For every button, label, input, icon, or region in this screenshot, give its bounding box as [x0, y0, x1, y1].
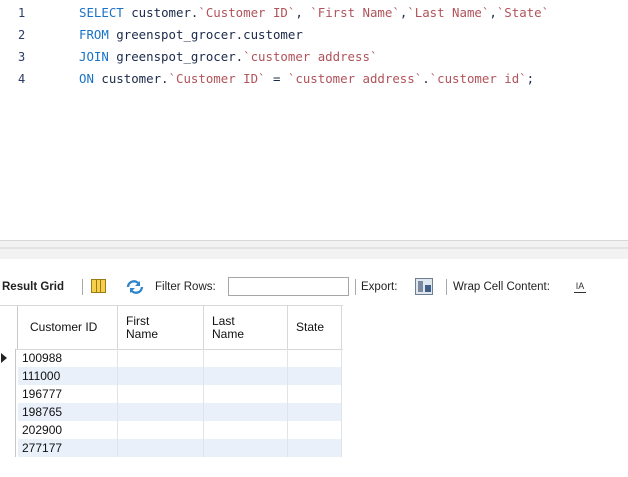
sql-identifier: `customer address` — [243, 49, 378, 64]
cell-last-name[interactable] — [204, 439, 288, 457]
row-header[interactable] — [0, 439, 16, 457]
sql-keyword: SELECT — [79, 5, 124, 20]
line-number: 4 — [18, 72, 26, 86]
table-row[interactable]: 202900 — [0, 421, 343, 439]
code-line[interactable]: 3 JOIN greenspot_grocer.`customer address… — [0, 47, 628, 67]
table-row[interactable]: 277177 — [0, 439, 343, 457]
sql-keyword: ON — [79, 71, 94, 86]
toolbar-divider — [446, 279, 447, 295]
toolbar-divider — [355, 279, 356, 295]
sql-identifier: `State` — [496, 5, 550, 20]
cell-first-name[interactable] — [118, 421, 204, 439]
sql-text: , — [295, 5, 311, 20]
table-row[interactable]: 198765 — [0, 403, 343, 421]
cell-state[interactable] — [288, 367, 342, 385]
cell-last-name[interactable] — [204, 421, 288, 439]
cell-customer-id[interactable]: 111000 — [18, 367, 118, 385]
line-number: 2 — [18, 28, 26, 42]
sql-keyword: FROM — [79, 27, 109, 42]
cell-last-name[interactable] — [204, 367, 288, 385]
cell-state[interactable] — [288, 421, 342, 439]
cell-last-name[interactable] — [204, 385, 288, 403]
result-toolbar: Result Grid Filter Rows: Export: Wrap Ce… — [0, 276, 628, 298]
sql-identifier: `First Name` — [310, 5, 400, 20]
sql-text: . — [422, 71, 430, 86]
cell-state[interactable] — [288, 403, 342, 421]
sql-identifier: `customer id` — [429, 71, 527, 86]
cell-state[interactable] — [288, 385, 342, 403]
cell-state[interactable] — [288, 349, 342, 367]
code-line[interactable]: 2 FROM greenspot_grocer.customer — [0, 25, 628, 45]
sql-text: greenspot_grocer. — [108, 49, 244, 64]
sql-keyword: JOIN — [79, 49, 109, 64]
row-header-corner — [0, 306, 18, 349]
cell-customer-id[interactable]: 198765 — [18, 403, 118, 421]
line-number: 1 — [18, 6, 26, 20]
filter-rows-label: Filter Rows: — [155, 281, 216, 293]
sql-text: = — [265, 71, 288, 86]
cell-first-name[interactable] — [118, 439, 204, 457]
grid-icon[interactable] — [91, 279, 106, 293]
line-number: 3 — [18, 50, 26, 64]
row-header[interactable] — [0, 403, 16, 421]
cell-customer-id[interactable]: 202900 — [18, 421, 118, 439]
cell-first-name[interactable] — [118, 403, 204, 421]
cell-customer-id[interactable]: 196777 — [18, 385, 118, 403]
row-header[interactable] — [0, 385, 16, 403]
cell-first-name[interactable] — [118, 367, 204, 385]
sql-identifier: `customer address` — [287, 71, 423, 86]
pane-splitter[interactable] — [0, 240, 628, 259]
column-header-state[interactable]: State — [288, 306, 342, 349]
cell-first-name[interactable] — [118, 349, 204, 367]
sql-editor[interactable]: 1 SELECT customer.`Customer ID`, `First N… — [0, 0, 628, 238]
sql-text: , — [489, 5, 497, 20]
table-row[interactable]: 196777 — [0, 385, 343, 403]
row-header[interactable] — [0, 367, 16, 385]
current-row-arrow-icon — [1, 353, 7, 363]
export-label: Export: — [361, 281, 398, 293]
sql-text: customer. — [123, 5, 199, 20]
sql-identifier: `Customer ID` — [168, 71, 266, 86]
column-header-customer-id[interactable]: Customer ID — [18, 306, 118, 349]
toolbar-divider — [82, 279, 83, 295]
cell-customer-id[interactable]: 277177 — [18, 439, 118, 457]
filter-icon[interactable] — [124, 278, 146, 296]
sql-text: customer. — [93, 71, 169, 86]
export-icon[interactable] — [415, 278, 433, 295]
code-text: JOIN greenspot_grocer.`customer address` — [79, 47, 377, 67]
sql-text: greenspot_grocer.customer — [108, 27, 303, 42]
column-header-last-name[interactable]: Last Name — [204, 306, 288, 349]
result-grid-tab[interactable]: Result Grid — [2, 276, 64, 298]
row-header[interactable] — [0, 421, 16, 439]
table-row[interactable]: 111000 — [0, 367, 343, 385]
code-text: FROM greenspot_grocer.customer — [79, 25, 303, 45]
sql-identifier: `Last Name` — [407, 5, 490, 20]
cell-last-name[interactable] — [204, 403, 288, 421]
column-header-first-name[interactable]: First Name — [118, 306, 204, 349]
grid-header: Customer ID First Name Last Name State — [0, 305, 343, 350]
wrap-cell-content-label: Wrap Cell Content: — [453, 281, 550, 293]
row-header[interactable] — [0, 349, 16, 367]
cell-customer-id[interactable]: 100988 — [18, 349, 118, 367]
sql-text: ; — [526, 71, 535, 86]
code-text: SELECT customer.`Customer ID`, `First Na… — [79, 3, 549, 23]
wrap-icon[interactable]: IA — [574, 281, 586, 293]
cell-state[interactable] — [288, 439, 342, 457]
code-line[interactable]: 4 ON customer.`Customer ID` = `customer a… — [0, 69, 628, 89]
code-line[interactable]: 1 SELECT customer.`Customer ID`, `First N… — [0, 3, 628, 23]
table-row[interactable]: 100988 — [0, 349, 343, 367]
code-text: ON customer.`Customer ID` = `customer ad… — [79, 69, 534, 89]
sql-identifier: `Customer ID` — [198, 5, 296, 20]
cell-last-name[interactable] — [204, 349, 288, 367]
filter-rows-input[interactable] — [228, 277, 349, 296]
cell-first-name[interactable] — [118, 385, 204, 403]
